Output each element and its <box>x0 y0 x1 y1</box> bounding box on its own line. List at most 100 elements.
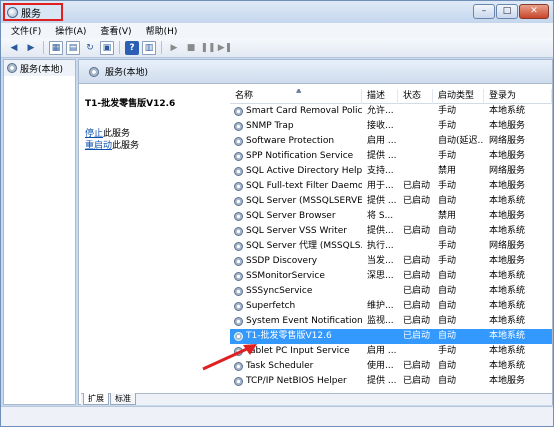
pause-service-icon[interactable]: ❚❚ <box>200 41 215 55</box>
table-row[interactable]: SSSyncService 已启动 自动 本地系统 <box>230 284 552 299</box>
forward-arrow-icon[interactable]: ▶ <box>24 41 38 55</box>
table-row[interactable]: SQL Active Directory Help... 支持... 禁用 网络服务 <box>230 164 552 179</box>
service-name: SQL Server 代理 (MSSQLS... <box>246 241 362 251</box>
table-row[interactable]: Task Scheduler 使用... 已启动 自动 本地系统 <box>230 359 552 374</box>
cell-startup-type: 自动 <box>438 286 457 296</box>
cell-log-on-as: 本地系统 <box>489 196 526 206</box>
cell-status: 已启动 <box>403 331 431 341</box>
table-row[interactable]: SQL Server Browser 将 S... 禁用 本地服务 <box>230 209 552 224</box>
close-button[interactable]: ✕ <box>519 4 549 19</box>
menu-action[interactable]: 操作(A) <box>55 24 86 37</box>
export-list-icon[interactable]: ▣ <box>100 40 114 55</box>
table-row[interactable]: SQL Server (MSSQLSERVER) 提供 ... 已启动 自动 本地系统 <box>230 194 552 209</box>
cell-log-on-as: 本地服务 <box>489 211 526 221</box>
cell-name: TCP/IP NetBIOS Helper <box>230 374 362 389</box>
cell-log-on-as: 本地系统 <box>489 271 526 281</box>
help-icon[interactable]: ? <box>125 40 139 55</box>
cell-startup-type: 自动(延迟... <box>438 136 484 146</box>
tab-extended[interactable]: 扩展 <box>83 393 109 405</box>
cell-status <box>398 209 433 224</box>
cell-description <box>362 284 398 299</box>
cell-log-on-as: 本地系统 <box>489 106 526 116</box>
menu-bar: 文件(F) 操作(A) 查看(V) 帮助(H) <box>1 23 553 38</box>
cell-name: SSSyncService <box>230 284 362 299</box>
service-detail: T1-批发零售版V12.6 停止此服务 重启动此服务 <box>85 96 225 151</box>
tab-standard[interactable]: 标准 <box>110 393 136 405</box>
console-tree-icon[interactable]: ▦ <box>49 40 63 55</box>
service-name: Smart Card Removal Policy <box>246 106 362 116</box>
service-gear-icon <box>234 242 243 251</box>
table-row[interactable]: Superfetch 维护... 已启动 自动 本地系统 <box>230 299 552 314</box>
table-row[interactable]: TCP/IP NetBIOS Helper 提供 ... 已启动 自动 本地服务 <box>230 374 552 389</box>
column-header-description[interactable]: 描述 <box>362 89 398 104</box>
properties-icon[interactable]: ▤ <box>66 40 80 55</box>
cell-description: 接收... <box>367 121 394 131</box>
cell-log-on-as: 本地系统 <box>489 346 526 356</box>
cell-log-on-as: 网络服务 <box>489 136 526 146</box>
cell-status: 已启动 <box>403 271 431 281</box>
cell-startup-type: 自动 <box>438 361 457 371</box>
maximize-button[interactable]: □ <box>496 4 518 19</box>
service-name: SSMonitorService <box>246 271 325 281</box>
table-row[interactable]: System Event Notification ... 监视... 已启动 自动 本… <box>230 314 552 329</box>
column-header-log-on-as[interactable]: 登录为 <box>484 89 552 104</box>
cell-name: SQL Server VSS Writer <box>230 224 362 239</box>
cell-startup-type: 手动 <box>438 106 457 116</box>
table-row[interactable]: Tablet PC Input Service 启用 ... 手动 本地系统 <box>230 344 552 359</box>
services-gear-icon <box>7 63 17 73</box>
view-icon[interactable]: ▥ <box>142 40 156 55</box>
menu-file[interactable]: 文件(F) <box>11 24 41 37</box>
toolbar-separator <box>161 41 162 54</box>
annotation-arrow <box>202 344 257 371</box>
table-row[interactable]: T1-批发零售版V12.6 已启动 自动 本地系统 <box>230 329 552 344</box>
title-highlight-box: 服务 <box>3 3 63 21</box>
console-tree: 服务(本地) <box>3 59 76 405</box>
service-gear-icon <box>234 227 243 236</box>
cell-description: 支持... <box>367 166 394 176</box>
cell-log-on-as: 本地系统 <box>489 301 526 311</box>
service-name: SQL Server Browser <box>246 211 336 221</box>
cell-name: SQL Server 代理 (MSSQLS... <box>230 239 362 254</box>
restart-service-icon[interactable]: ▶❚ <box>218 41 232 55</box>
cell-description: 提供 ... <box>367 376 397 386</box>
menu-view[interactable]: 查看(V) <box>100 24 131 37</box>
table-row[interactable]: SSMonitorService 深思... 已启动 自动 本地系统 <box>230 269 552 284</box>
stop-service-line: 停止此服务 <box>85 126 225 139</box>
restart-service-link[interactable]: 重启动 <box>85 141 112 151</box>
table-row[interactable]: SQL Server 代理 (MSSQLS... 执行... 手动 网络服务 <box>230 239 552 254</box>
column-header-startup-type[interactable]: 启动类型 <box>433 89 484 104</box>
selected-service-title: T1-批发零售版V12.6 <box>85 99 176 109</box>
table-row[interactable]: Software Protection 启用 ... 自动(延迟... 网络服务 <box>230 134 552 149</box>
table-row[interactable]: SNMP Trap 接收... 手动 本地服务 <box>230 119 552 134</box>
service-gear-icon <box>234 377 243 386</box>
table-row[interactable]: SPP Notification Service 提供 ... 手动 本地服务 <box>230 149 552 164</box>
restart-service-suffix: 此服务 <box>112 141 140 151</box>
service-gear-icon <box>234 212 243 221</box>
minimize-button[interactable]: – <box>473 4 495 19</box>
cell-log-on-as: 本地服务 <box>489 151 526 161</box>
back-arrow-icon[interactable]: ◀ <box>7 41 21 55</box>
refresh-icon[interactable]: ↻ <box>83 41 97 55</box>
menu-help[interactable]: 帮助(H) <box>146 24 178 37</box>
table-row[interactable]: SSDP Discovery 当发... 已启动 手动 本地服务 <box>230 254 552 269</box>
stop-service-icon[interactable]: ■ <box>184 41 198 55</box>
cell-status <box>398 134 433 149</box>
cell-startup-type: 自动 <box>438 316 457 326</box>
tree-item-services-local[interactable]: 服务(本地) <box>4 60 75 76</box>
sort-ascending-icon: ▲ <box>296 89 302 94</box>
cell-status: 已启动 <box>403 196 431 206</box>
service-name: SPP Notification Service <box>246 151 354 161</box>
table-row[interactable]: Smart Card Removal Policy 允许... 手动 本地系统 <box>230 104 552 119</box>
cell-description: 提供 ... <box>367 196 397 206</box>
cell-log-on-as: 本地服务 <box>489 181 526 191</box>
restart-service-line: 重启动此服务 <box>85 138 225 151</box>
table-row[interactable]: SQL Full-text Filter Daemo... 用于... 已启动 手动 本… <box>230 179 552 194</box>
list-header: ▲ 名称 描述 状态 启动类型 登录为 <box>230 89 552 104</box>
column-header-status[interactable]: 状态 <box>398 89 433 104</box>
start-service-icon[interactable]: ▶ <box>167 41 181 55</box>
annotation-arrow-shaft <box>202 346 250 371</box>
table-row[interactable]: SQL Server VSS Writer 提供... 已启动 自动 本地系统 <box>230 224 552 239</box>
service-gear-icon <box>234 137 243 146</box>
cell-status: 已启动 <box>403 316 431 326</box>
service-name: System Event Notification ... <box>246 316 362 326</box>
